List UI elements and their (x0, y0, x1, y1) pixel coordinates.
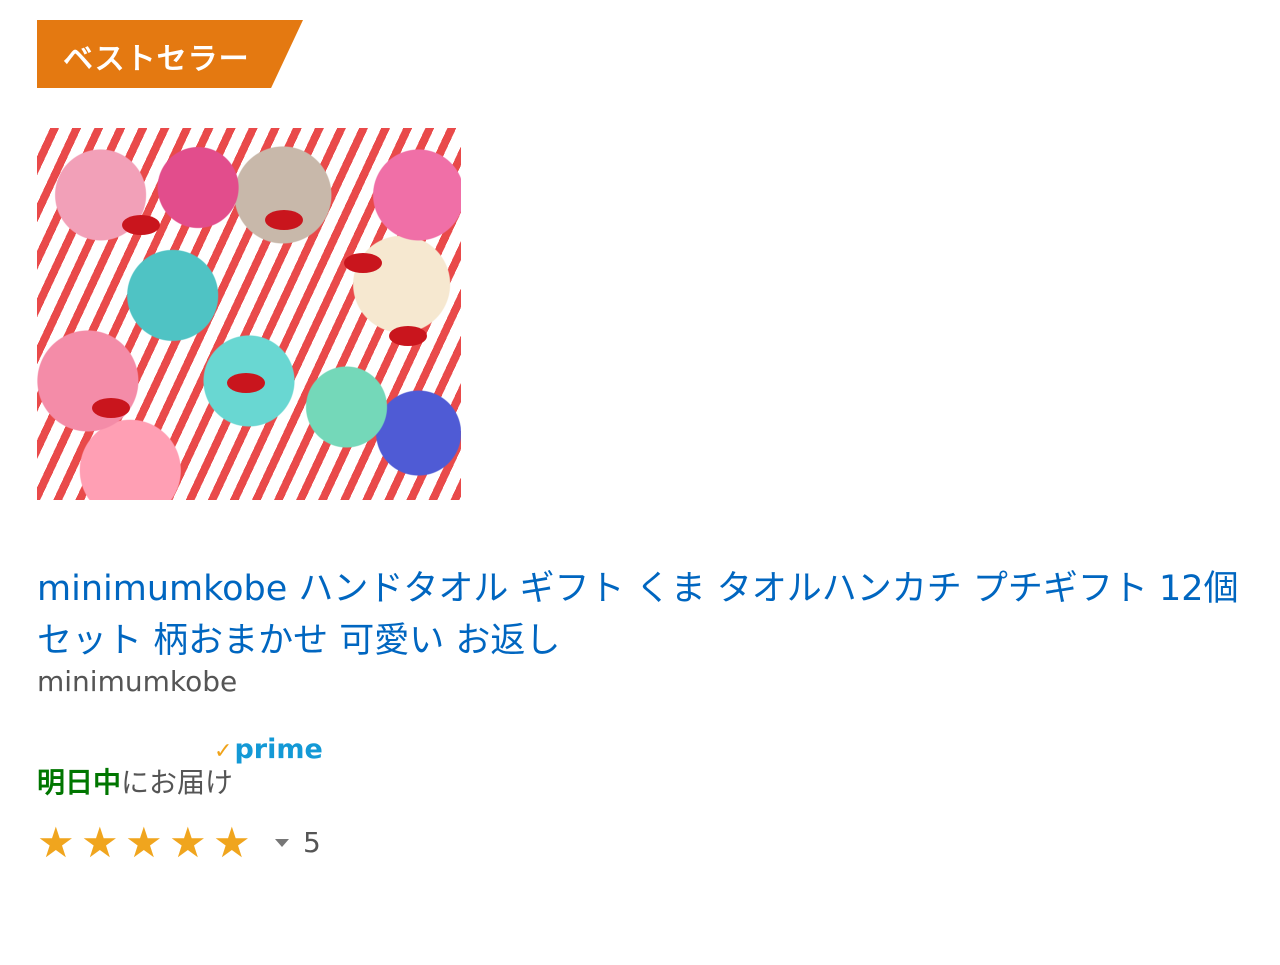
ribbon-bow-icon (122, 215, 160, 235)
star-icon: ★ (37, 818, 75, 867)
prime-check-icon: ✓ (214, 739, 233, 764)
delivery-day: 明日中 (37, 766, 122, 799)
delivery-info: 明日中にお届け (37, 764, 233, 802)
delivery-suffix: にお届け (121, 766, 234, 799)
star-rating[interactable]: ★ ★ ★ ★ ★ (37, 822, 255, 864)
seller-name: minimumkobe (37, 665, 238, 698)
best-seller-badge: ベストセラー (37, 20, 303, 88)
product-image[interactable] (37, 128, 461, 500)
ribbon-bow-icon (227, 373, 265, 393)
prime-label: prime (234, 734, 323, 765)
rating-row[interactable]: ★ ★ ★ ★ ★ 5 (37, 822, 321, 864)
ribbon-bow-icon (92, 398, 130, 418)
chevron-down-icon[interactable] (275, 839, 289, 847)
review-count-link[interactable]: 5 (303, 822, 321, 864)
product-title-link[interactable]: minimumkobe ハンドタオル ギフト くま タオルハンカチ プチギフト … (37, 563, 1257, 667)
ribbon-bow-icon (265, 210, 303, 230)
star-icon: ★ (81, 818, 119, 867)
best-seller-label: ベストセラー (63, 42, 250, 77)
star-icon: ★ (213, 818, 251, 867)
prime-badge: ✓prime (214, 734, 323, 768)
star-icon: ★ (169, 818, 207, 867)
ribbon-bow-icon (344, 253, 382, 273)
ribbon-bow-icon (389, 326, 427, 346)
star-icon: ★ (125, 818, 163, 867)
